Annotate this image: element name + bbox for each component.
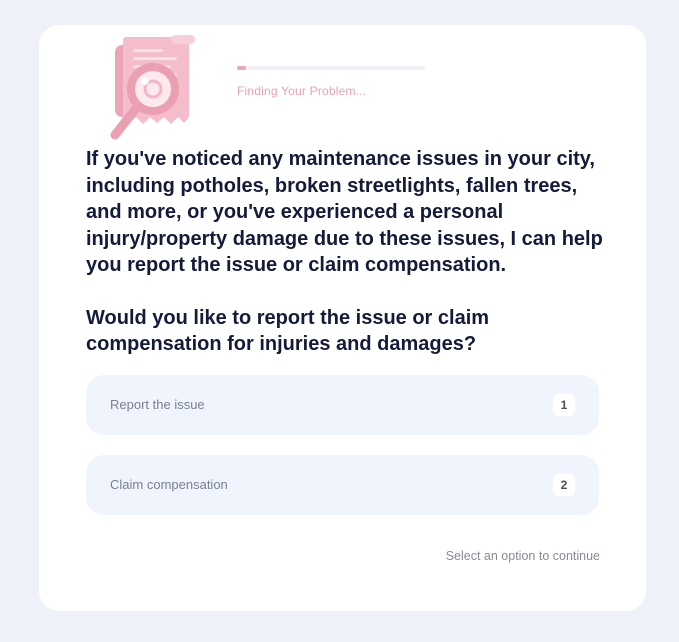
progress-track [237,66,425,70]
document-magnifier-icon [110,35,195,140]
progress-fill [237,66,247,70]
progress-label: Finding Your Problem... [237,84,367,98]
question-text: Would you like to report the issue or cl… [86,306,490,356]
assistant-message: If you've noticed any maintenance issues… [86,146,606,358]
option-claim-compensation[interactable]: Claim compensation 2 [86,455,599,515]
intro-text: If you've noticed any maintenance issues… [86,148,603,276]
continue-hint: Select an option to continue [445,549,600,563]
option-key-badge: 1 [553,394,575,416]
option-label: Claim compensation [110,477,228,492]
option-report-issue[interactable]: Report the issue 1 [86,375,599,435]
option-label: Report the issue [110,397,205,412]
option-key-badge: 2 [553,474,575,496]
chat-card: Finding Your Problem... If you've notice… [39,25,646,611]
